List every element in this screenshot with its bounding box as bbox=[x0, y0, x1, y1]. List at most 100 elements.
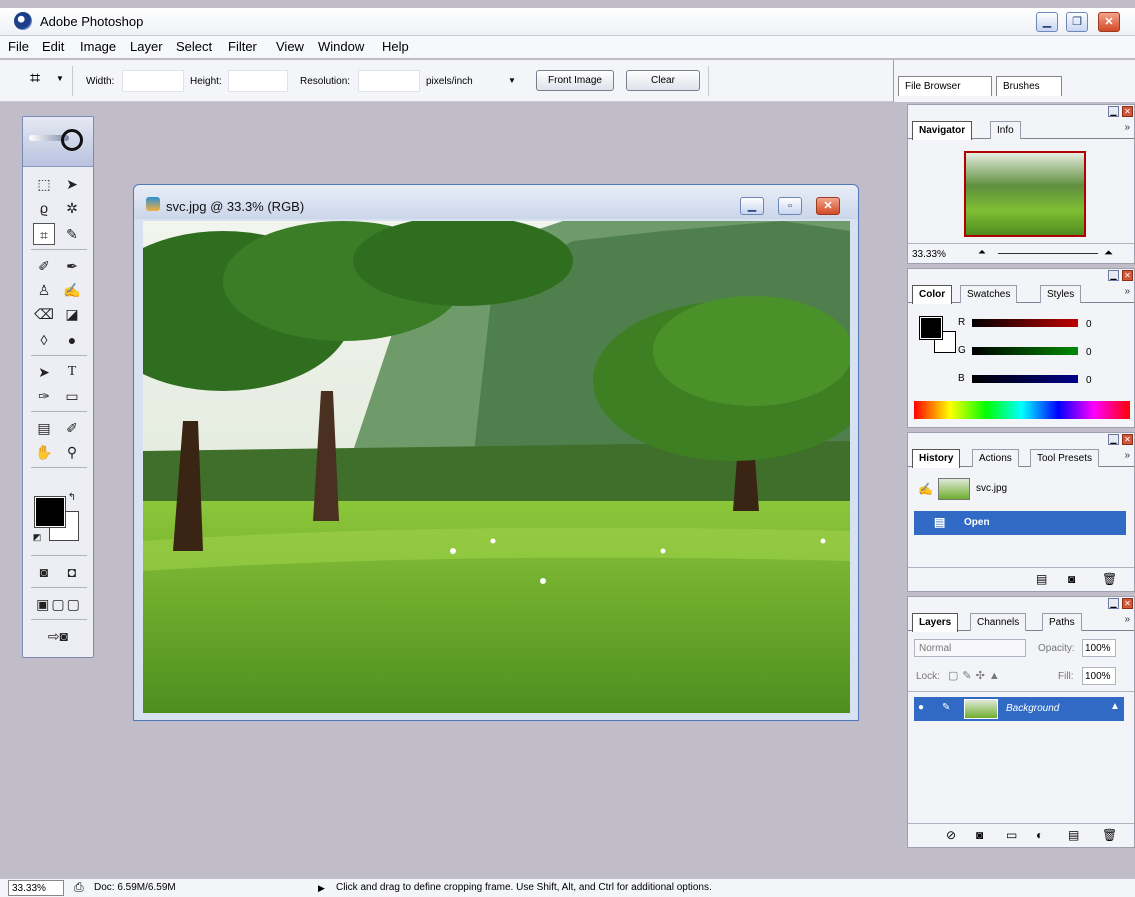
panel-close-icon[interactable]: ✕ bbox=[1122, 106, 1133, 117]
tab-channels[interactable]: Channels bbox=[970, 613, 1027, 631]
doc-close-button[interactable]: ✕ bbox=[816, 197, 840, 215]
healing-brush-tool-icon[interactable]: ✐ bbox=[33, 255, 55, 277]
history-state-row[interactable]: ▤ Open bbox=[914, 511, 1126, 535]
marquee-tool-icon[interactable]: ⬚ bbox=[33, 173, 55, 195]
menu-image[interactable]: Image bbox=[80, 39, 116, 54]
panel-menu-icon[interactable]: » bbox=[1124, 122, 1130, 133]
tool-preset-arrow-icon[interactable]: ▼ bbox=[56, 74, 64, 83]
zoom-slider[interactable] bbox=[998, 253, 1098, 254]
shape-tool-icon[interactable]: ▭ bbox=[61, 385, 83, 407]
panel-minimize-icon[interactable]: ▁ bbox=[1108, 434, 1119, 445]
close-button[interactable]: ✕ bbox=[1098, 12, 1120, 32]
tab-file-browser[interactable]: File Browser bbox=[898, 76, 992, 96]
fill-input[interactable]: 100% bbox=[1082, 667, 1116, 685]
panel-minimize-icon[interactable]: ▁ bbox=[1108, 106, 1119, 117]
history-brush-tool-icon[interactable]: ✍ bbox=[61, 279, 83, 301]
doc-minimize-button[interactable]: ▁ bbox=[740, 197, 764, 215]
swap-colors-icon[interactable]: ↰ bbox=[65, 491, 79, 505]
opacity-input[interactable]: 100% bbox=[1082, 639, 1116, 657]
tab-navigator[interactable]: Navigator bbox=[912, 121, 973, 140]
screen-mode-icons[interactable]: ▣▢▢ bbox=[29, 593, 89, 615]
default-colors-icon[interactable]: ◩ bbox=[31, 531, 43, 543]
resolution-input[interactable] bbox=[358, 70, 420, 92]
trash-icon[interactable]: 🗑 bbox=[1102, 572, 1117, 586]
menu-file[interactable]: File bbox=[8, 39, 29, 54]
eraser-tool-icon[interactable]: ⌫ bbox=[33, 303, 55, 325]
restore-button[interactable]: ❐ bbox=[1066, 12, 1088, 32]
panel-close-icon[interactable]: ✕ bbox=[1122, 434, 1133, 445]
panel-menu-icon[interactable]: » bbox=[1124, 286, 1130, 297]
doc-restore-button[interactable]: ▫ bbox=[778, 197, 802, 215]
green-slider[interactable] bbox=[972, 347, 1078, 355]
new-document-icon[interactable]: ▤ bbox=[1036, 572, 1047, 586]
zoom-in-icon[interactable]: ⏶ bbox=[1104, 247, 1113, 260]
minimize-button[interactable]: ▁ bbox=[1036, 12, 1058, 32]
blue-slider[interactable] bbox=[972, 375, 1078, 383]
status-menu-arrow-icon[interactable]: ▶ bbox=[318, 883, 325, 894]
blur-tool-icon[interactable]: ◊ bbox=[33, 329, 55, 351]
move-tool-icon[interactable]: ➤ bbox=[61, 173, 83, 195]
hand-tool-icon[interactable]: ✋ bbox=[33, 441, 55, 463]
jump-to-imageready-icon[interactable]: ⇨◙ bbox=[33, 625, 83, 647]
notes-tool-icon[interactable]: ▤ bbox=[33, 417, 55, 439]
zoom-tool-icon[interactable]: ⚲ bbox=[61, 441, 83, 463]
history-brush-source-icon[interactable]: ✍ bbox=[918, 482, 933, 496]
tab-actions[interactable]: Actions bbox=[972, 449, 1019, 467]
document-canvas[interactable] bbox=[143, 221, 850, 713]
adjustment-layer-icon[interactable]: ◐ bbox=[1036, 828, 1043, 842]
menu-window[interactable]: Window bbox=[318, 39, 364, 54]
eyedropper-tool-icon[interactable]: ✐ bbox=[61, 417, 83, 439]
toolbox-header[interactable] bbox=[23, 117, 93, 167]
layer-style-icon[interactable]: ⊘ bbox=[946, 828, 956, 842]
path-selection-tool-icon[interactable]: ➤ bbox=[33, 361, 55, 383]
pen-tool-icon[interactable]: ✑ bbox=[33, 385, 55, 407]
menu-help[interactable]: Help bbox=[382, 39, 409, 54]
new-snapshot-icon[interactable]: ◙ bbox=[1068, 572, 1075, 586]
red-value[interactable]: 0 bbox=[1086, 319, 1092, 330]
panel-minimize-icon[interactable]: ▁ bbox=[1108, 270, 1119, 281]
tab-paths[interactable]: Paths bbox=[1042, 613, 1082, 631]
layer-row-background[interactable]: ● ✎ Background ▲ bbox=[914, 697, 1124, 721]
navigator-zoom-value[interactable]: 33.33% bbox=[912, 249, 946, 260]
new-layer-icon[interactable]: ▤ bbox=[1068, 828, 1079, 842]
clone-stamp-tool-icon[interactable]: ♙ bbox=[33, 279, 55, 301]
zoom-out-icon[interactable]: ⏶ bbox=[978, 247, 986, 258]
height-input[interactable] bbox=[228, 70, 288, 92]
tab-info[interactable]: Info bbox=[990, 121, 1021, 139]
tab-layers[interactable]: Layers bbox=[912, 613, 959, 632]
status-zoom-input[interactable]: 33.33% bbox=[8, 880, 64, 896]
doc-info-icon[interactable]: ⎙ bbox=[74, 880, 84, 895]
panel-minimize-icon[interactable]: ▁ bbox=[1108, 598, 1119, 609]
type-tool-icon[interactable]: T bbox=[61, 361, 83, 383]
quick-mask-mode-icon[interactable]: ◘ bbox=[61, 561, 83, 583]
tab-brushes[interactable]: Brushes bbox=[996, 76, 1062, 96]
navigator-preview[interactable] bbox=[964, 151, 1086, 237]
resolution-units-select[interactable]: pixels/inch bbox=[426, 76, 473, 87]
history-snapshot-row[interactable]: ✍ svc.jpg bbox=[914, 477, 1126, 501]
units-dropdown-icon[interactable]: ▼ bbox=[508, 76, 516, 85]
panel-close-icon[interactable]: ✕ bbox=[1122, 598, 1133, 609]
menu-layer[interactable]: Layer bbox=[130, 39, 163, 54]
panel-menu-icon[interactable]: » bbox=[1124, 614, 1130, 625]
dodge-tool-icon[interactable]: ● bbox=[61, 329, 83, 351]
brush-tool-icon[interactable]: ✒ bbox=[61, 255, 83, 277]
menu-edit[interactable]: Edit bbox=[42, 39, 64, 54]
slice-tool-icon[interactable]: ✎ bbox=[61, 223, 83, 245]
red-slider[interactable] bbox=[972, 319, 1078, 327]
tab-swatches[interactable]: Swatches bbox=[960, 285, 1018, 303]
tab-styles[interactable]: Styles bbox=[1040, 285, 1082, 303]
menu-view[interactable]: View bbox=[276, 39, 304, 54]
width-input[interactable] bbox=[122, 70, 184, 92]
panel-close-icon[interactable]: ✕ bbox=[1122, 270, 1133, 281]
foreground-color-chip[interactable] bbox=[919, 316, 943, 340]
panel-menu-icon[interactable]: » bbox=[1124, 450, 1130, 461]
tab-history[interactable]: History bbox=[912, 449, 961, 468]
lock-icons[interactable]: ▢✎✣▲ bbox=[948, 669, 1004, 682]
tab-tool-presets[interactable]: Tool Presets bbox=[1030, 449, 1100, 467]
blend-mode-select[interactable]: Normal bbox=[914, 639, 1026, 657]
document-title-bar[interactable]: svc.jpg @ 33.3% (RGB) ▁ ▫ ✕ bbox=[134, 185, 858, 219]
crop-tool-icon[interactable]: ⌗ bbox=[30, 68, 40, 89]
layer-mask-icon[interactable]: ◙ bbox=[976, 828, 983, 842]
standard-mode-icon[interactable]: ◙ bbox=[33, 561, 55, 583]
green-value[interactable]: 0 bbox=[1086, 347, 1092, 358]
